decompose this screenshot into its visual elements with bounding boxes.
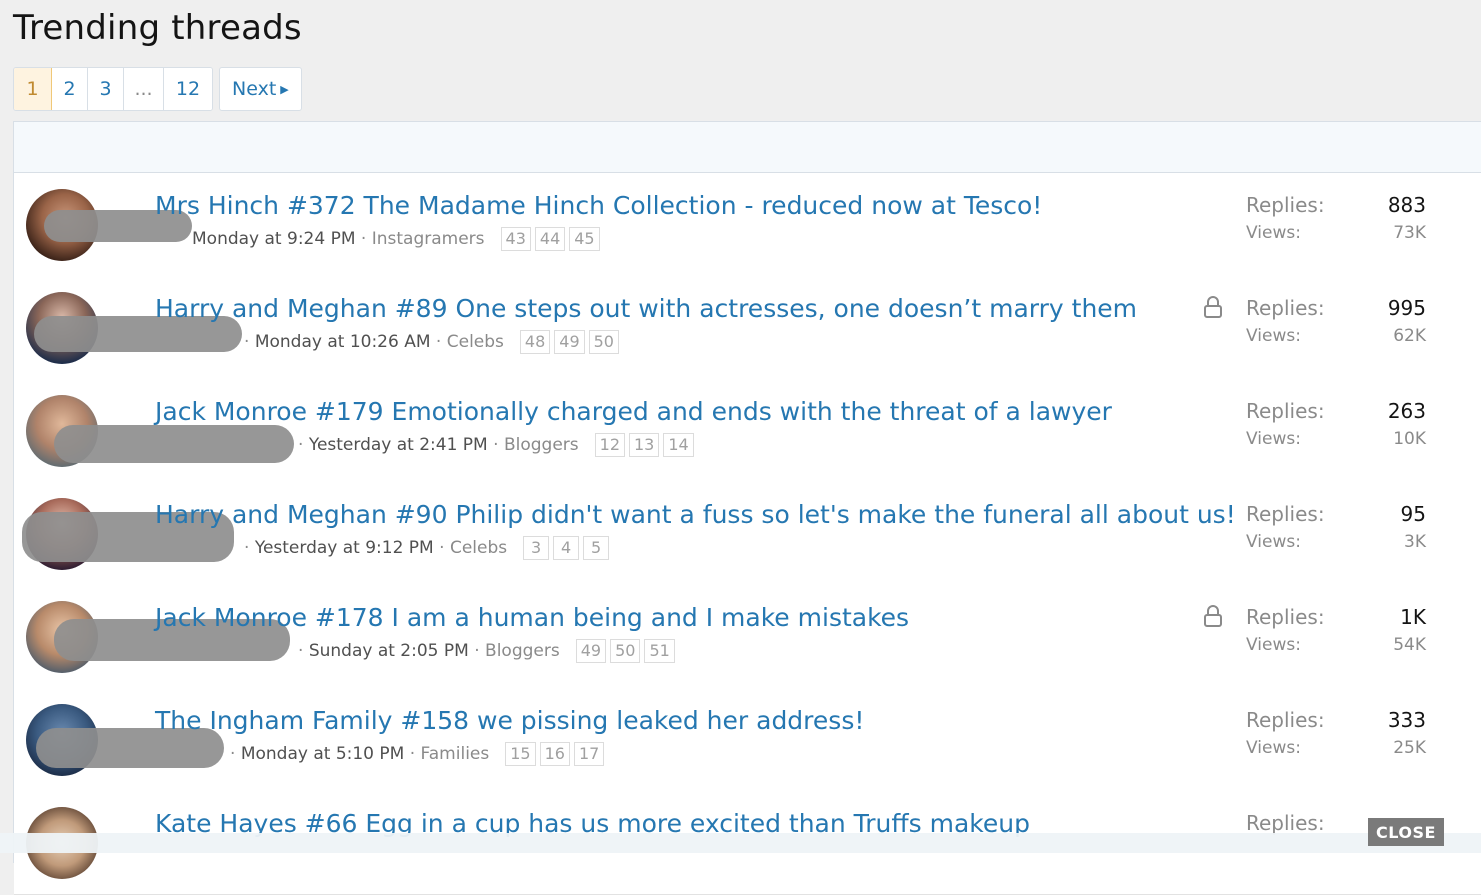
- thread-page-links: 15 16 17: [505, 742, 605, 766]
- thread-page-links: 12 13 14: [594, 433, 694, 457]
- thread-page-link[interactable]: 3: [523, 536, 550, 560]
- next-page-button[interactable]: Next ▶: [219, 67, 302, 111]
- thread-title-link[interactable]: Harry and Meghan #90 Philip didn't want …: [155, 500, 1236, 529]
- thread-page-links: 48 49 50: [519, 330, 619, 354]
- views-count: 73K: [1393, 223, 1426, 243]
- thread-page-link[interactable]: 50: [610, 639, 641, 663]
- thread-page-link[interactable]: 51: [644, 639, 675, 663]
- thread-page-link[interactable]: 13: [629, 433, 660, 457]
- page-2-button[interactable]: 2: [52, 68, 88, 110]
- thread-meta: · Monday at 10:26 AM · Celebs 48 49 50: [244, 330, 619, 354]
- views-label: Views:: [1246, 429, 1301, 449]
- thread-forum-link[interactable]: Families: [421, 744, 490, 764]
- thread-row: Harry and Meghan #90 Philip didn't want …: [14, 482, 1481, 586]
- thread-page-link[interactable]: 48: [519, 330, 551, 354]
- thread-page-links: 3 4 5: [523, 536, 610, 560]
- thread-page-link[interactable]: 43: [500, 227, 531, 251]
- thread-page-links: 49 50 51: [575, 639, 675, 663]
- replies-label: Replies:: [1246, 811, 1325, 835]
- replies-label: Replies:: [1246, 605, 1325, 629]
- thread-forum-link[interactable]: Instagramers: [372, 229, 485, 249]
- replies-count: 263: [1387, 399, 1426, 423]
- replies-count: 883: [1387, 193, 1426, 217]
- views-count: 3K: [1404, 532, 1426, 552]
- thread-date[interactable]: Sunday at 2:05 PM: [309, 641, 469, 661]
- thread-page-link[interactable]: 15: [505, 742, 536, 766]
- thread-row: Jack Monroe #179 Emotionally charged and…: [14, 379, 1481, 483]
- thread-meta: Monday at 9:24 PM · Instagramers 43 44 4…: [192, 227, 600, 251]
- thread-forum-link[interactable]: Bloggers: [504, 435, 579, 455]
- thread-page-link[interactable]: 12: [594, 433, 625, 457]
- page-gap-button[interactable]: ...: [124, 68, 164, 110]
- views-label: Views:: [1246, 326, 1301, 346]
- thread-date[interactable]: Monday at 9:24 PM: [192, 229, 356, 249]
- page-title: Trending threads: [13, 8, 302, 48]
- thread-meta: · Yesterday at 9:12 PM · Celebs 3 4 5: [244, 536, 610, 560]
- thread-row: Harry and Meghan #89 One steps out with …: [14, 276, 1481, 380]
- thread-page-links: 43 44 45: [500, 227, 600, 251]
- thread-list: Mrs Hinch #372 The Madame Hinch Collecti…: [13, 121, 1481, 895]
- views-count: 62K: [1393, 326, 1426, 346]
- next-label: Next: [232, 78, 277, 100]
- thread-page-link[interactable]: 44: [534, 227, 566, 251]
- views-label: Views:: [1246, 223, 1301, 243]
- thread-date[interactable]: Yesterday at 2:41 PM: [309, 435, 488, 455]
- redaction-mark: [54, 425, 294, 463]
- thread-page-link[interactable]: 50: [588, 330, 619, 354]
- thread-title-link[interactable]: Jack Monroe #178 I am a human being and …: [155, 603, 909, 632]
- thread-date[interactable]: Monday at 10:26 AM: [255, 332, 431, 352]
- replies-label: Replies:: [1246, 399, 1325, 423]
- replies-count: 1K: [1400, 605, 1426, 629]
- thread-meta: · Sunday at 2:05 PM · Bloggers 49 50 51: [298, 639, 675, 663]
- replies-label: Replies:: [1246, 193, 1325, 217]
- replies-label: Replies:: [1246, 708, 1325, 732]
- thread-row: Jack Monroe #178 I am a human being and …: [14, 585, 1481, 689]
- thread-title-link[interactable]: Harry and Meghan #89 One steps out with …: [155, 294, 1137, 323]
- page-3-button[interactable]: 3: [88, 68, 124, 110]
- lock-icon: [1204, 605, 1222, 627]
- pagination: 1 2 3 ... 12 Next ▶: [13, 67, 302, 111]
- thread-meta: · Monday at 5:10 PM · Families 15 16 17: [230, 742, 605, 766]
- caret-right-icon: ▶: [280, 82, 289, 96]
- replies-count: 333: [1387, 708, 1426, 732]
- replies-count: 995: [1387, 296, 1426, 320]
- thread-page-link[interactable]: 5: [583, 536, 610, 560]
- thread-title-link[interactable]: Jack Monroe #179 Emotionally charged and…: [155, 397, 1112, 426]
- thread-list-header: [14, 122, 1481, 173]
- replies-label: Replies:: [1246, 502, 1325, 526]
- replies-label: Replies:: [1246, 296, 1325, 320]
- bottom-banner: [0, 833, 1481, 853]
- page-12-button[interactable]: 12: [164, 68, 212, 110]
- page-number-group: 1 2 3 ... 12: [13, 67, 213, 111]
- thread-page-link[interactable]: 17: [573, 742, 605, 766]
- views-label: Views:: [1246, 635, 1301, 655]
- thread-page-link[interactable]: 45: [569, 227, 600, 251]
- thread-forum-link[interactable]: Celebs: [447, 332, 504, 352]
- thread-page-link[interactable]: 14: [663, 433, 694, 457]
- thread-page-link[interactable]: 49: [575, 639, 607, 663]
- thread-date[interactable]: Yesterday at 9:12 PM: [255, 538, 434, 558]
- lock-icon: [1204, 296, 1222, 318]
- thread-page-link[interactable]: 49: [554, 330, 585, 354]
- thread-page-link[interactable]: 4: [553, 536, 580, 560]
- thread-forum-link[interactable]: Celebs: [450, 538, 507, 558]
- thread-forum-link[interactable]: Bloggers: [485, 641, 560, 661]
- thread-row: The Ingham Family #158 we pissing leaked…: [14, 688, 1481, 792]
- page-1-button[interactable]: 1: [14, 68, 52, 110]
- views-label: Views:: [1246, 738, 1301, 758]
- views-count: 25K: [1393, 738, 1426, 758]
- views-count: 10K: [1393, 429, 1426, 449]
- views-label: Views:: [1246, 532, 1301, 552]
- replies-count: 95: [1400, 502, 1426, 526]
- thread-date[interactable]: Monday at 5:10 PM: [241, 744, 405, 764]
- thread-meta: · Yesterday at 2:41 PM · Bloggers 12 13 …: [298, 433, 694, 457]
- thread-title-link[interactable]: Mrs Hinch #372 The Madame Hinch Collecti…: [155, 191, 1042, 220]
- thread-title-link[interactable]: The Ingham Family #158 we pissing leaked…: [155, 706, 864, 735]
- thread-page-link[interactable]: 16: [539, 742, 570, 766]
- thread-row: Mrs Hinch #372 The Madame Hinch Collecti…: [14, 173, 1481, 277]
- close-button[interactable]: CLOSE: [1368, 818, 1444, 846]
- views-count: 54K: [1393, 635, 1426, 655]
